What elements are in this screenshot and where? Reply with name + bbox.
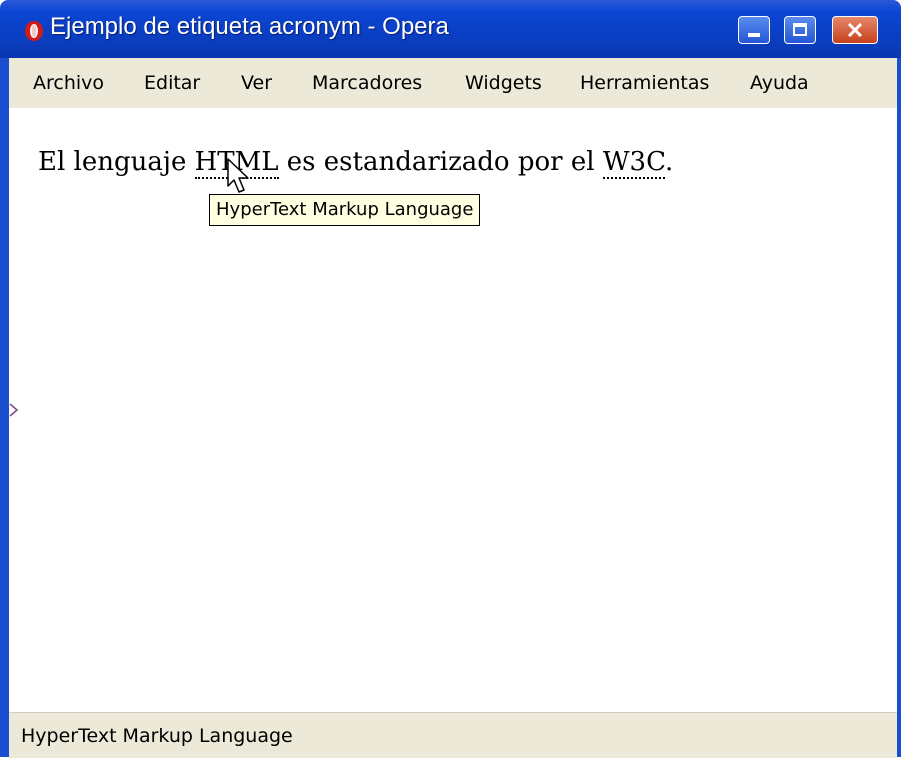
close-button[interactable] xyxy=(832,16,878,44)
window-frame-left xyxy=(0,58,9,757)
menu-widgets[interactable]: Widgets xyxy=(465,72,542,94)
minimize-icon xyxy=(748,33,760,37)
menu-archivo[interactable]: Archivo xyxy=(33,72,104,94)
status-bar: HyperText Markup Language xyxy=(9,712,897,758)
opera-icon xyxy=(25,21,43,41)
menu-ayuda[interactable]: Ayuda xyxy=(750,72,809,94)
menu-bar: Archivo Editar Ver Marcadores Widgets He… xyxy=(9,58,897,108)
close-icon xyxy=(847,23,863,37)
menu-ver[interactable]: Ver xyxy=(241,72,272,94)
menu-marcadores[interactable]: Marcadores xyxy=(312,72,422,94)
title-bar[interactable]: Ejemplo de etiqueta acronym - Opera xyxy=(0,0,901,58)
content-paragraph: El lenguaje HTML es estandarizado por el… xyxy=(38,147,674,179)
window-frame-right xyxy=(897,58,901,757)
panel-toggle-arrow-icon[interactable] xyxy=(9,403,19,417)
minimize-button[interactable] xyxy=(738,16,770,44)
text-before: El lenguaje xyxy=(38,147,195,177)
window-title: Ejemplo de etiqueta acronym - Opera xyxy=(50,13,449,40)
acronym-tooltip: HyperText Markup Language xyxy=(209,194,481,226)
menu-herramientas[interactable]: Herramientas xyxy=(580,72,709,94)
maximize-button[interactable] xyxy=(784,16,816,44)
browser-window: Ejemplo de etiqueta acronym - Opera Arch… xyxy=(0,0,901,758)
text-middle: es estandarizado por el xyxy=(278,147,603,177)
maximize-icon xyxy=(793,23,807,36)
acronym-w3c[interactable]: W3C xyxy=(602,147,666,179)
text-after: . xyxy=(665,147,674,177)
status-text: HyperText Markup Language xyxy=(21,725,293,747)
mouse-pointer-icon xyxy=(227,158,249,193)
menu-editar[interactable]: Editar xyxy=(144,72,200,94)
